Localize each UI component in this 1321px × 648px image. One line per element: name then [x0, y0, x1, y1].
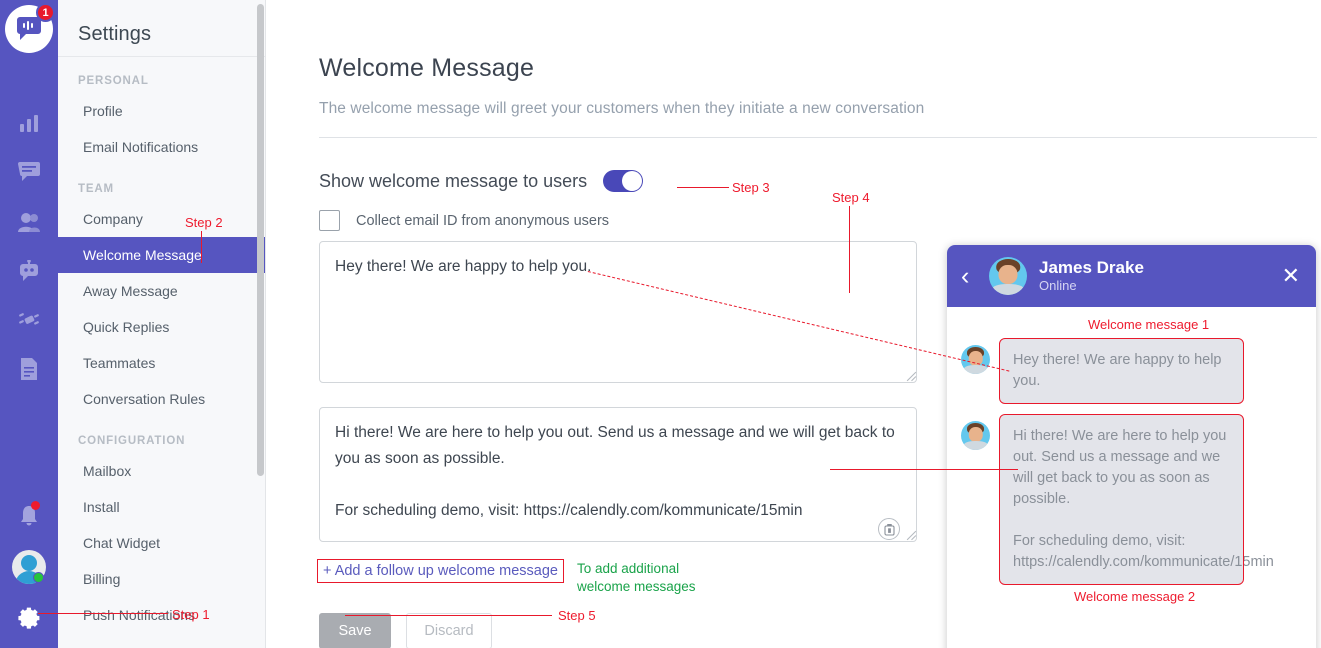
header-divider [319, 137, 1317, 138]
annotation-step-2: Step 2 [185, 215, 223, 230]
save-button[interactable]: Save [319, 613, 391, 648]
delete-message-button[interactable] [878, 518, 900, 540]
sidebar-item-company[interactable]: Company [58, 201, 265, 237]
sidebar-section-heading: TEAM [78, 183, 114, 195]
chat-widget-preview: ‹ James Drake Online ✕ Hey there! We are… [947, 245, 1316, 648]
integrations-icon[interactable] [10, 296, 48, 344]
bot-icon[interactable] [10, 247, 48, 295]
widget-message-row: Hi there! We are here to help you out. S… [947, 414, 1316, 585]
annotation-step-3-line [677, 187, 729, 189]
settings-title: Settings [58, 0, 265, 57]
sidebar-scrollbar[interactable] [257, 4, 264, 476]
app-logo[interactable]: 1 [5, 3, 55, 53]
show-welcome-label: Show welcome message to users [319, 170, 588, 191]
annotation-step-1-line [38, 613, 168, 615]
close-icon[interactable]: ✕ [1282, 265, 1300, 287]
docs-icon[interactable] [10, 345, 48, 393]
conversations-icon[interactable] [10, 149, 48, 197]
widget-message-row: Hey there! We are happy to help you. [947, 338, 1316, 404]
user-avatar-icon[interactable] [10, 542, 48, 592]
agent-avatar [989, 257, 1027, 295]
annotation-msg2-connector [830, 469, 1018, 471]
annotation-step-4-line [849, 206, 851, 293]
sidebar-item-mailbox[interactable]: Mailbox [58, 453, 265, 489]
sidebar-item-conversation-rules[interactable]: Conversation Rules [58, 381, 265, 417]
annotation-welcome-message-2: Welcome message 2 [1074, 589, 1196, 604]
settings-nav-groups: PERSONAL Profile Email Notifications TEAM Co… [58, 57, 265, 633]
rail-icon-list [10, 100, 48, 394]
annotation-step-3: Step 3 [732, 180, 770, 195]
collect-email-row: Collect email ID from anonymous users [319, 210, 609, 231]
agent-name: James Drake [1039, 258, 1144, 277]
sidebar-item-install[interactable]: Install [58, 489, 265, 525]
sidebar-item-welcome-message[interactable]: Welcome Message [58, 237, 265, 273]
annotation-step-4: Step 4 [832, 190, 870, 205]
annotation-step-2-line [201, 231, 203, 263]
widget-header: ‹ James Drake Online ✕ [947, 245, 1316, 307]
welcome-message-1-bubble: Hey there! We are happy to help you. [999, 338, 1244, 404]
annotation-step-1: Step 1 [172, 607, 210, 622]
welcome-message-2-bubble: Hi there! We are here to help you out. S… [999, 414, 1274, 585]
sidebar-item-profile[interactable]: Profile [58, 93, 265, 129]
settings-sidebar: Settings PERSONAL Profile Email Notificati… [58, 0, 266, 648]
add-followup-message-button[interactable]: + Add a follow up welcome message [317, 559, 564, 583]
collect-email-label: Collect email ID from anonymous users [356, 212, 610, 229]
annotation-step-5-line [345, 615, 552, 617]
sidebar-section-heading: CONFIGURATION [78, 435, 186, 447]
sidebar-item-quick-replies[interactable]: Quick Replies [58, 309, 265, 345]
app-icon-rail: 1 [0, 0, 58, 648]
contacts-icon[interactable] [10, 198, 48, 246]
sidebar-item-billing[interactable]: Billing [58, 561, 265, 597]
show-welcome-toggle[interactable] [603, 170, 644, 192]
welcome-message-1-textarea[interactable] [319, 241, 917, 383]
form-actions: Save Discard [319, 613, 492, 648]
discard-button[interactable]: Discard [406, 613, 492, 648]
sidebar-item-away-message[interactable]: Away Message [58, 273, 265, 309]
show-welcome-toggle-row: Show welcome message to users [319, 170, 644, 192]
back-chevron-icon[interactable]: ‹ [961, 263, 983, 289]
annotation-welcome-message-1: Welcome message 1 [1088, 317, 1210, 332]
welcome-message-settings-page: 1 Settings PERSONAL Profile Email Notifi… [0, 0, 1321, 648]
bell-alert-dot [31, 501, 40, 510]
add-followup-note: To add additional welcome messages [577, 561, 696, 594]
notifications-bell-icon[interactable] [10, 491, 48, 541]
toggle-knob [622, 171, 643, 191]
collect-email-checkbox[interactable] [319, 210, 340, 231]
page-subtitle: The welcome message will greet your cust… [319, 100, 925, 117]
rail-bottom-icons [0, 491, 58, 644]
analytics-icon[interactable] [10, 100, 48, 148]
sidebar-item-email-notifications[interactable]: Email Notifications [58, 129, 265, 165]
message-avatar [961, 421, 990, 450]
welcome-message-2-textarea[interactable] [319, 407, 917, 542]
sidebar-item-teammates[interactable]: Teammates [58, 345, 265, 381]
notification-badge: 1 [36, 3, 55, 22]
gear-icon[interactable] [10, 593, 48, 643]
sidebar-item-push-notifications[interactable]: Push Notifications [58, 597, 265, 633]
page-title: Welcome Message [319, 54, 535, 82]
agent-status: Online [1039, 278, 1077, 293]
sidebar-item-chat-widget[interactable]: Chat Widget [58, 525, 265, 561]
sidebar-section-heading: PERSONAL [78, 75, 149, 87]
annotation-step-5: Step 5 [558, 608, 596, 623]
online-status-dot [33, 572, 44, 583]
